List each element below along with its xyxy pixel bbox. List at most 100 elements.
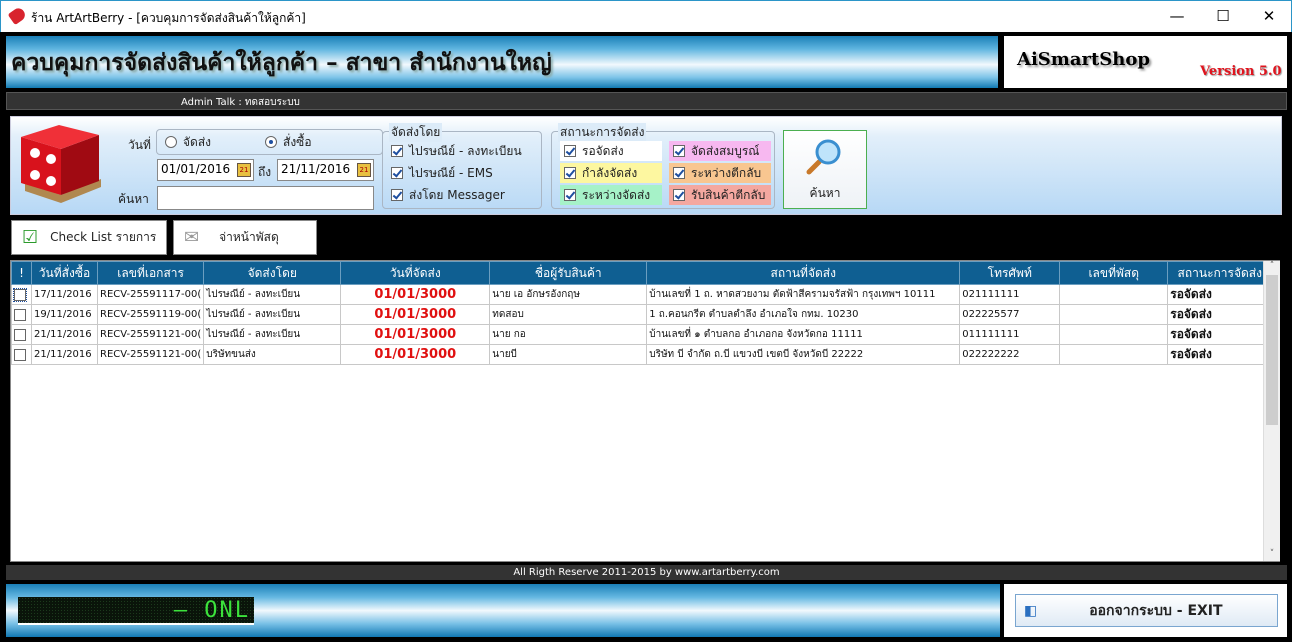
- checklist-button[interactable]: ☑ Check List รายการ: [11, 220, 167, 255]
- column-header[interactable]: วันที่จัดส่ง: [340, 261, 491, 285]
- scroll-down-icon[interactable]: ˅: [1264, 549, 1280, 559]
- column-header[interactable]: จัดส่งโดย: [203, 261, 342, 285]
- boxes-pallet-icon: [15, 123, 107, 205]
- table-cell: [1059, 284, 1169, 305]
- table-cell: [1059, 344, 1169, 365]
- column-header[interactable]: เลขที่พัสดุ: [1059, 261, 1169, 285]
- window-title: ร้าน ArtArtBerry - [ควบคุมการจัดส่งสินค้…: [31, 11, 306, 25]
- radio-ship-date[interactable]: จัดส่ง: [161, 132, 211, 152]
- row-checkbox-cell[interactable]: [11, 284, 32, 305]
- row-checkbox-cell[interactable]: [11, 344, 32, 365]
- delivery-table: ! วันที่สั่งซื้อ เลขที่เอกสาร จัดส่งโดย วันท…: [11, 261, 1273, 365]
- ship-by-ems-checkbox[interactable]: ไปรษณีย์ - EMS: [387, 163, 493, 183]
- column-header[interactable]: เลขที่เอกสาร: [96, 261, 205, 285]
- table-cell: 022222222: [959, 344, 1061, 365]
- radio-label: จัดส่ง: [183, 134, 212, 149]
- column-header[interactable]: ชื่อผู้รับสินค้า: [489, 261, 648, 285]
- envelope-icon: ✉: [184, 227, 200, 248]
- exit-button-label: ออกจากระบบ - EXIT: [1089, 602, 1223, 619]
- calendar-icon[interactable]: 21: [357, 163, 371, 177]
- vertical-scrollbar[interactable]: ˄ ˅: [1263, 261, 1280, 561]
- checkbox-label: รับสินค้าตีกลับ: [691, 187, 766, 202]
- checkbox-label: ส่งโดย Messager: [409, 187, 505, 202]
- checkbox-label: ระหว่างจัดส่ง: [582, 187, 651, 202]
- column-header[interactable]: โทรศัพท์: [959, 261, 1061, 285]
- table-row[interactable]: 21/11/2016 RECV-25591121-00(บริษัทขนส่ง 01…: [11, 344, 1273, 365]
- admin-talk-text: Admin Talk : ทดสอบระบบ: [181, 97, 300, 108]
- status-group: สถานะการจัดส่ง รอจัดส่ง จัดส่งสมบูรณ์ กำลั…: [551, 123, 775, 209]
- table-row[interactable]: 19/11/2016 RECV-25591119-00(ไปรษณีย์ - ลง…: [11, 304, 1273, 325]
- row-checkbox-cell[interactable]: [11, 304, 32, 325]
- column-header[interactable]: !: [11, 261, 32, 285]
- checkbox-icon: [564, 145, 576, 157]
- checkbox-label: ไปรษณีย์ - ลงทะเบียน: [409, 143, 522, 158]
- print-label-label: จ่าหน้าพัสดุ: [219, 230, 279, 244]
- minimize-button[interactable]: —: [1154, 1, 1200, 32]
- table-cell: [1059, 304, 1169, 325]
- calendar-icon[interactable]: 21: [237, 163, 251, 177]
- table-cell: รอจัดส่ง: [1167, 304, 1273, 325]
- close-button[interactable]: ✕: [1246, 1, 1292, 32]
- date-label: วันที่: [128, 138, 151, 152]
- scroll-up-icon[interactable]: ˄: [1264, 261, 1280, 271]
- table-cell: [1059, 324, 1169, 345]
- checkbox-icon: [391, 145, 403, 157]
- ship-by-registered-checkbox[interactable]: ไปรษณีย์ - ลงทะเบียน: [387, 141, 522, 161]
- table-cell: รอจัดส่ง: [1167, 284, 1273, 305]
- search-button[interactable]: ค้นหา: [783, 130, 867, 209]
- table-cell: 011111111: [959, 324, 1061, 345]
- scroll-thumb[interactable]: [1266, 275, 1278, 425]
- table-cell: 01/01/3000: [340, 304, 491, 325]
- table-cell: 022225577: [959, 304, 1061, 325]
- table-cell: 01/01/3000: [340, 344, 491, 365]
- status-checkbox[interactable]: ระหว่างจัดส่ง: [560, 185, 662, 205]
- table-cell: 19/11/2016: [31, 304, 98, 325]
- status-checkbox[interactable]: รับสินค้าตีกลับ: [669, 185, 771, 205]
- row-checkbox[interactable]: [14, 328, 26, 341]
- table-cell: ทดสอบ: [489, 304, 648, 325]
- row-checkbox[interactable]: [14, 348, 26, 361]
- table-cell: RECV-25591117-00(: [96, 284, 205, 305]
- radio-order-date[interactable]: สั่งซื้อ: [261, 132, 312, 152]
- maximize-button[interactable]: ☐: [1200, 1, 1246, 32]
- status-checkbox[interactable]: ระหว่างตีกลับ: [669, 163, 771, 183]
- header-banner: ควบคุมการจัดส่งสินค้าให้ลูกค้า – สาขา สำ…: [6, 36, 998, 88]
- column-header[interactable]: สถานที่จัดส่ง: [646, 261, 961, 285]
- app-icon: [7, 5, 28, 26]
- row-checkbox[interactable]: [14, 308, 26, 321]
- led-status-display: — ONL: [18, 597, 254, 625]
- table-cell: 21/11/2016: [31, 324, 98, 345]
- table-cell: 021111111: [959, 284, 1061, 305]
- checkbox-icon: [564, 189, 576, 201]
- table-row[interactable]: 17/11/2016 RECV-25591117-00(ไปรษณีย์ - ลง…: [11, 284, 1273, 305]
- exit-button[interactable]: ◧ ออกจากระบบ - EXIT: [1015, 594, 1278, 627]
- table-cell: RECV-25591121-00(: [96, 344, 205, 365]
- row-checkbox[interactable]: [13, 287, 27, 302]
- table-cell: ไปรษณีย์ - ลงทะเบียน: [203, 284, 342, 305]
- print-label-button[interactable]: ✉ จ่าหน้าพัสดุ: [173, 220, 317, 255]
- radio-icon: [165, 136, 177, 148]
- filter-panel: วันที่ จัดส่ง สั่งซื้อ 01/01/2016 21 ถึง …: [10, 116, 1282, 215]
- date-to-field[interactable]: 21/11/2016 21: [277, 159, 374, 181]
- table-cell: ไปรษณีย์ - ลงทะเบียน: [203, 324, 342, 345]
- table-cell: รอจัดส่ง: [1167, 324, 1273, 345]
- status-checkbox[interactable]: รอจัดส่ง: [560, 141, 662, 161]
- search-input[interactable]: [157, 186, 374, 210]
- ship-by-messenger-checkbox[interactable]: ส่งโดย Messager: [387, 185, 505, 205]
- date-from-field[interactable]: 01/01/2016 21: [157, 159, 254, 181]
- column-header[interactable]: วันที่สั่งซื้อ: [31, 261, 98, 285]
- brand-box: AiSmartShop Version 5.0: [1004, 36, 1287, 88]
- ship-by-group: จัดส่งโดย ไปรษณีย์ - ลงทะเบียน ไปรษณีย์ …: [382, 123, 542, 209]
- search-button-label: ค้นหา: [809, 186, 841, 200]
- status-checkbox[interactable]: กำลังจัดส่ง: [560, 163, 662, 183]
- row-checkbox-cell[interactable]: [11, 324, 32, 345]
- column-header[interactable]: สถานะการจัดส่ง: [1167, 261, 1273, 285]
- table-cell: บ้านเลขที่ 1 ถ. หาดสวยงาม ตัดฟ้าสีครามจร…: [646, 284, 961, 305]
- status-checkbox[interactable]: จัดส่งสมบูรณ์: [669, 141, 771, 161]
- checkbox-icon: [564, 167, 576, 179]
- table-cell: บริษัทขนส่ง: [203, 344, 342, 365]
- date-from-value: 01/01/2016: [161, 162, 231, 176]
- table-row[interactable]: 21/11/2016 RECV-25591121-00(ไปรษณีย์ - ลง…: [11, 324, 1273, 345]
- checkbox-label: จัดส่งสมบูรณ์: [691, 143, 760, 158]
- checkbox-label: ระหว่างตีกลับ: [691, 165, 762, 180]
